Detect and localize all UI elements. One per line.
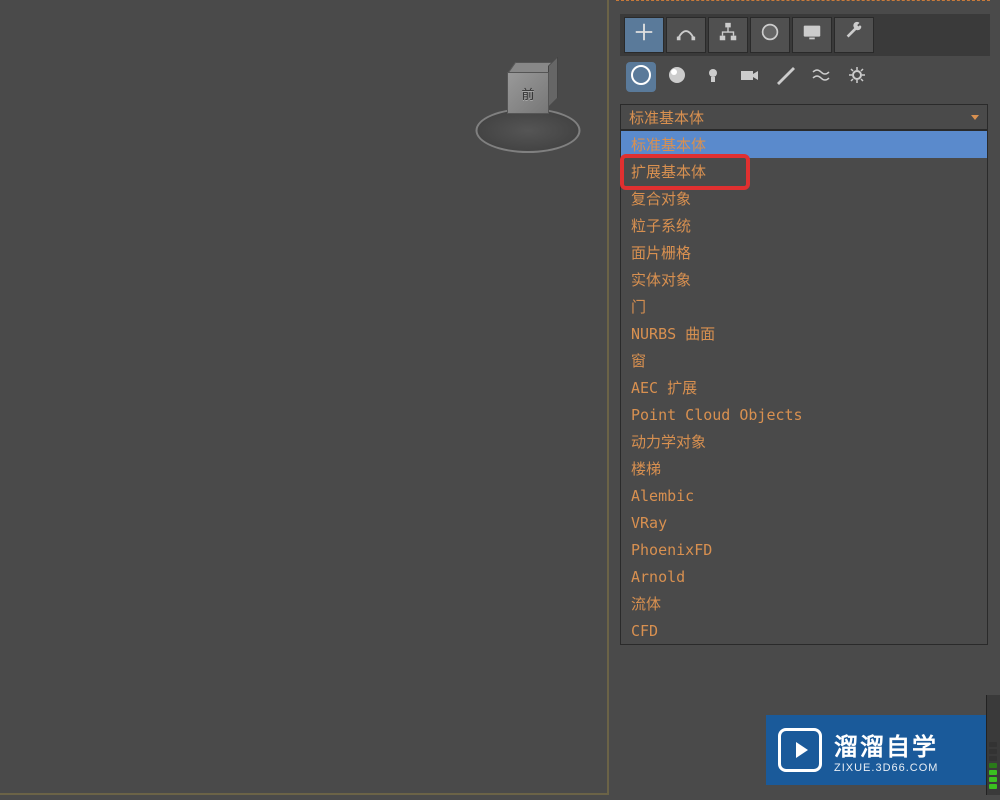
viewcube-front-face[interactable]: 前 — [507, 72, 549, 114]
indicator-segments — [989, 742, 997, 789]
wrench-icon — [843, 21, 865, 49]
gear-icon — [847, 65, 867, 90]
motion-icon — [759, 21, 781, 49]
panel-separator — [616, 0, 990, 2]
plus-icon — [633, 21, 655, 49]
tab-motion[interactable] — [750, 17, 790, 53]
command-panel: 标准基本体 标准基本体扩展基本体复合对象粒子系统面片栅格实体对象门NURBS 曲… — [616, 0, 1000, 800]
subtab-cameras[interactable] — [734, 62, 764, 92]
dropdown-item[interactable]: PhoenixFD — [621, 536, 987, 563]
dropdown-item[interactable]: 动力学对象 — [621, 428, 987, 455]
geometry-type-dropdown[interactable]: 标准基本体 — [620, 104, 988, 130]
ruler-icon — [775, 65, 795, 90]
dropdown-item[interactable]: 流体 — [621, 590, 987, 617]
camera-icon — [739, 65, 759, 90]
dropdown-item[interactable]: NURBS 曲面 — [621, 320, 987, 347]
dropdown-item[interactable]: VRay — [621, 509, 987, 536]
main-tab-row — [620, 14, 990, 56]
light-icon — [703, 65, 723, 90]
subtab-helpers[interactable] — [770, 62, 800, 92]
dropdown-item[interactable]: Point Cloud Objects — [621, 401, 987, 428]
create-subcategory-row — [620, 58, 990, 96]
dropdown-item[interactable]: 扩展基本体 — [621, 158, 987, 185]
viewcube-side — [548, 56, 558, 108]
dropdown-item[interactable]: 门 — [621, 293, 987, 320]
dropdown-item[interactable]: 复合对象 — [621, 185, 987, 212]
dropdown-item[interactable]: 楼梯 — [621, 455, 987, 482]
dropdown-item[interactable]: 粒子系统 — [621, 212, 987, 239]
seg — [989, 742, 997, 747]
subtab-systems[interactable] — [842, 62, 872, 92]
seg — [989, 763, 997, 768]
dropdown-item[interactable]: AEC 扩展 — [621, 374, 987, 401]
viewcube-cube[interactable]: 前 — [502, 68, 554, 118]
modify-icon — [675, 21, 697, 49]
display-icon — [801, 21, 823, 49]
seg — [989, 770, 997, 775]
right-indicator-bar — [986, 695, 1000, 795]
watermark-text: 溜溜自学 ZIXUE.3D66.COM — [834, 727, 938, 774]
tab-hierarchy[interactable] — [708, 17, 748, 53]
tab-display[interactable] — [792, 17, 832, 53]
dropdown-item[interactable]: Alembic — [621, 482, 987, 509]
dropdown-item[interactable]: Arnold — [621, 563, 987, 590]
viewport[interactable]: 前 — [0, 0, 614, 800]
subtab-spacewarps[interactable] — [806, 62, 836, 92]
subtab-lights[interactable] — [698, 62, 728, 92]
seg — [989, 756, 997, 761]
dropdown-item[interactable]: CFD — [621, 617, 987, 644]
play-icon — [796, 742, 808, 758]
dropdown-item[interactable]: 实体对象 — [621, 266, 987, 293]
tab-modify[interactable] — [666, 17, 706, 53]
watermark-subtitle: ZIXUE.3D66.COM — [834, 762, 938, 774]
watermark: 溜溜自学 ZIXUE.3D66.COM — [766, 715, 986, 785]
tab-create[interactable] — [624, 17, 664, 53]
dropdown-current-label: 标准基本体 — [629, 107, 704, 128]
hierarchy-icon — [717, 21, 739, 49]
dropdown-item[interactable]: 面片栅格 — [621, 239, 987, 266]
tab-utilities[interactable] — [834, 17, 874, 53]
seg — [989, 784, 997, 789]
chevron-down-icon — [971, 115, 979, 120]
seg — [989, 749, 997, 754]
dropdown-item[interactable]: 标准基本体 — [621, 131, 987, 158]
dropdown-item[interactable]: 窗 — [621, 347, 987, 374]
subtab-geometry[interactable] — [626, 62, 656, 92]
waves-icon — [811, 65, 831, 90]
seg — [989, 777, 997, 782]
sphere-outline-icon — [630, 64, 652, 91]
viewcube[interactable]: 前 — [468, 50, 588, 160]
sphere-shaded-icon — [667, 65, 687, 90]
geometry-type-dropdown-list: 标准基本体扩展基本体复合对象粒子系统面片栅格实体对象门NURBS 曲面窗AEC … — [620, 130, 988, 645]
watermark-logo-icon — [778, 728, 822, 772]
watermark-title: 溜溜自学 — [834, 727, 938, 762]
subtab-shapes[interactable] — [662, 62, 692, 92]
